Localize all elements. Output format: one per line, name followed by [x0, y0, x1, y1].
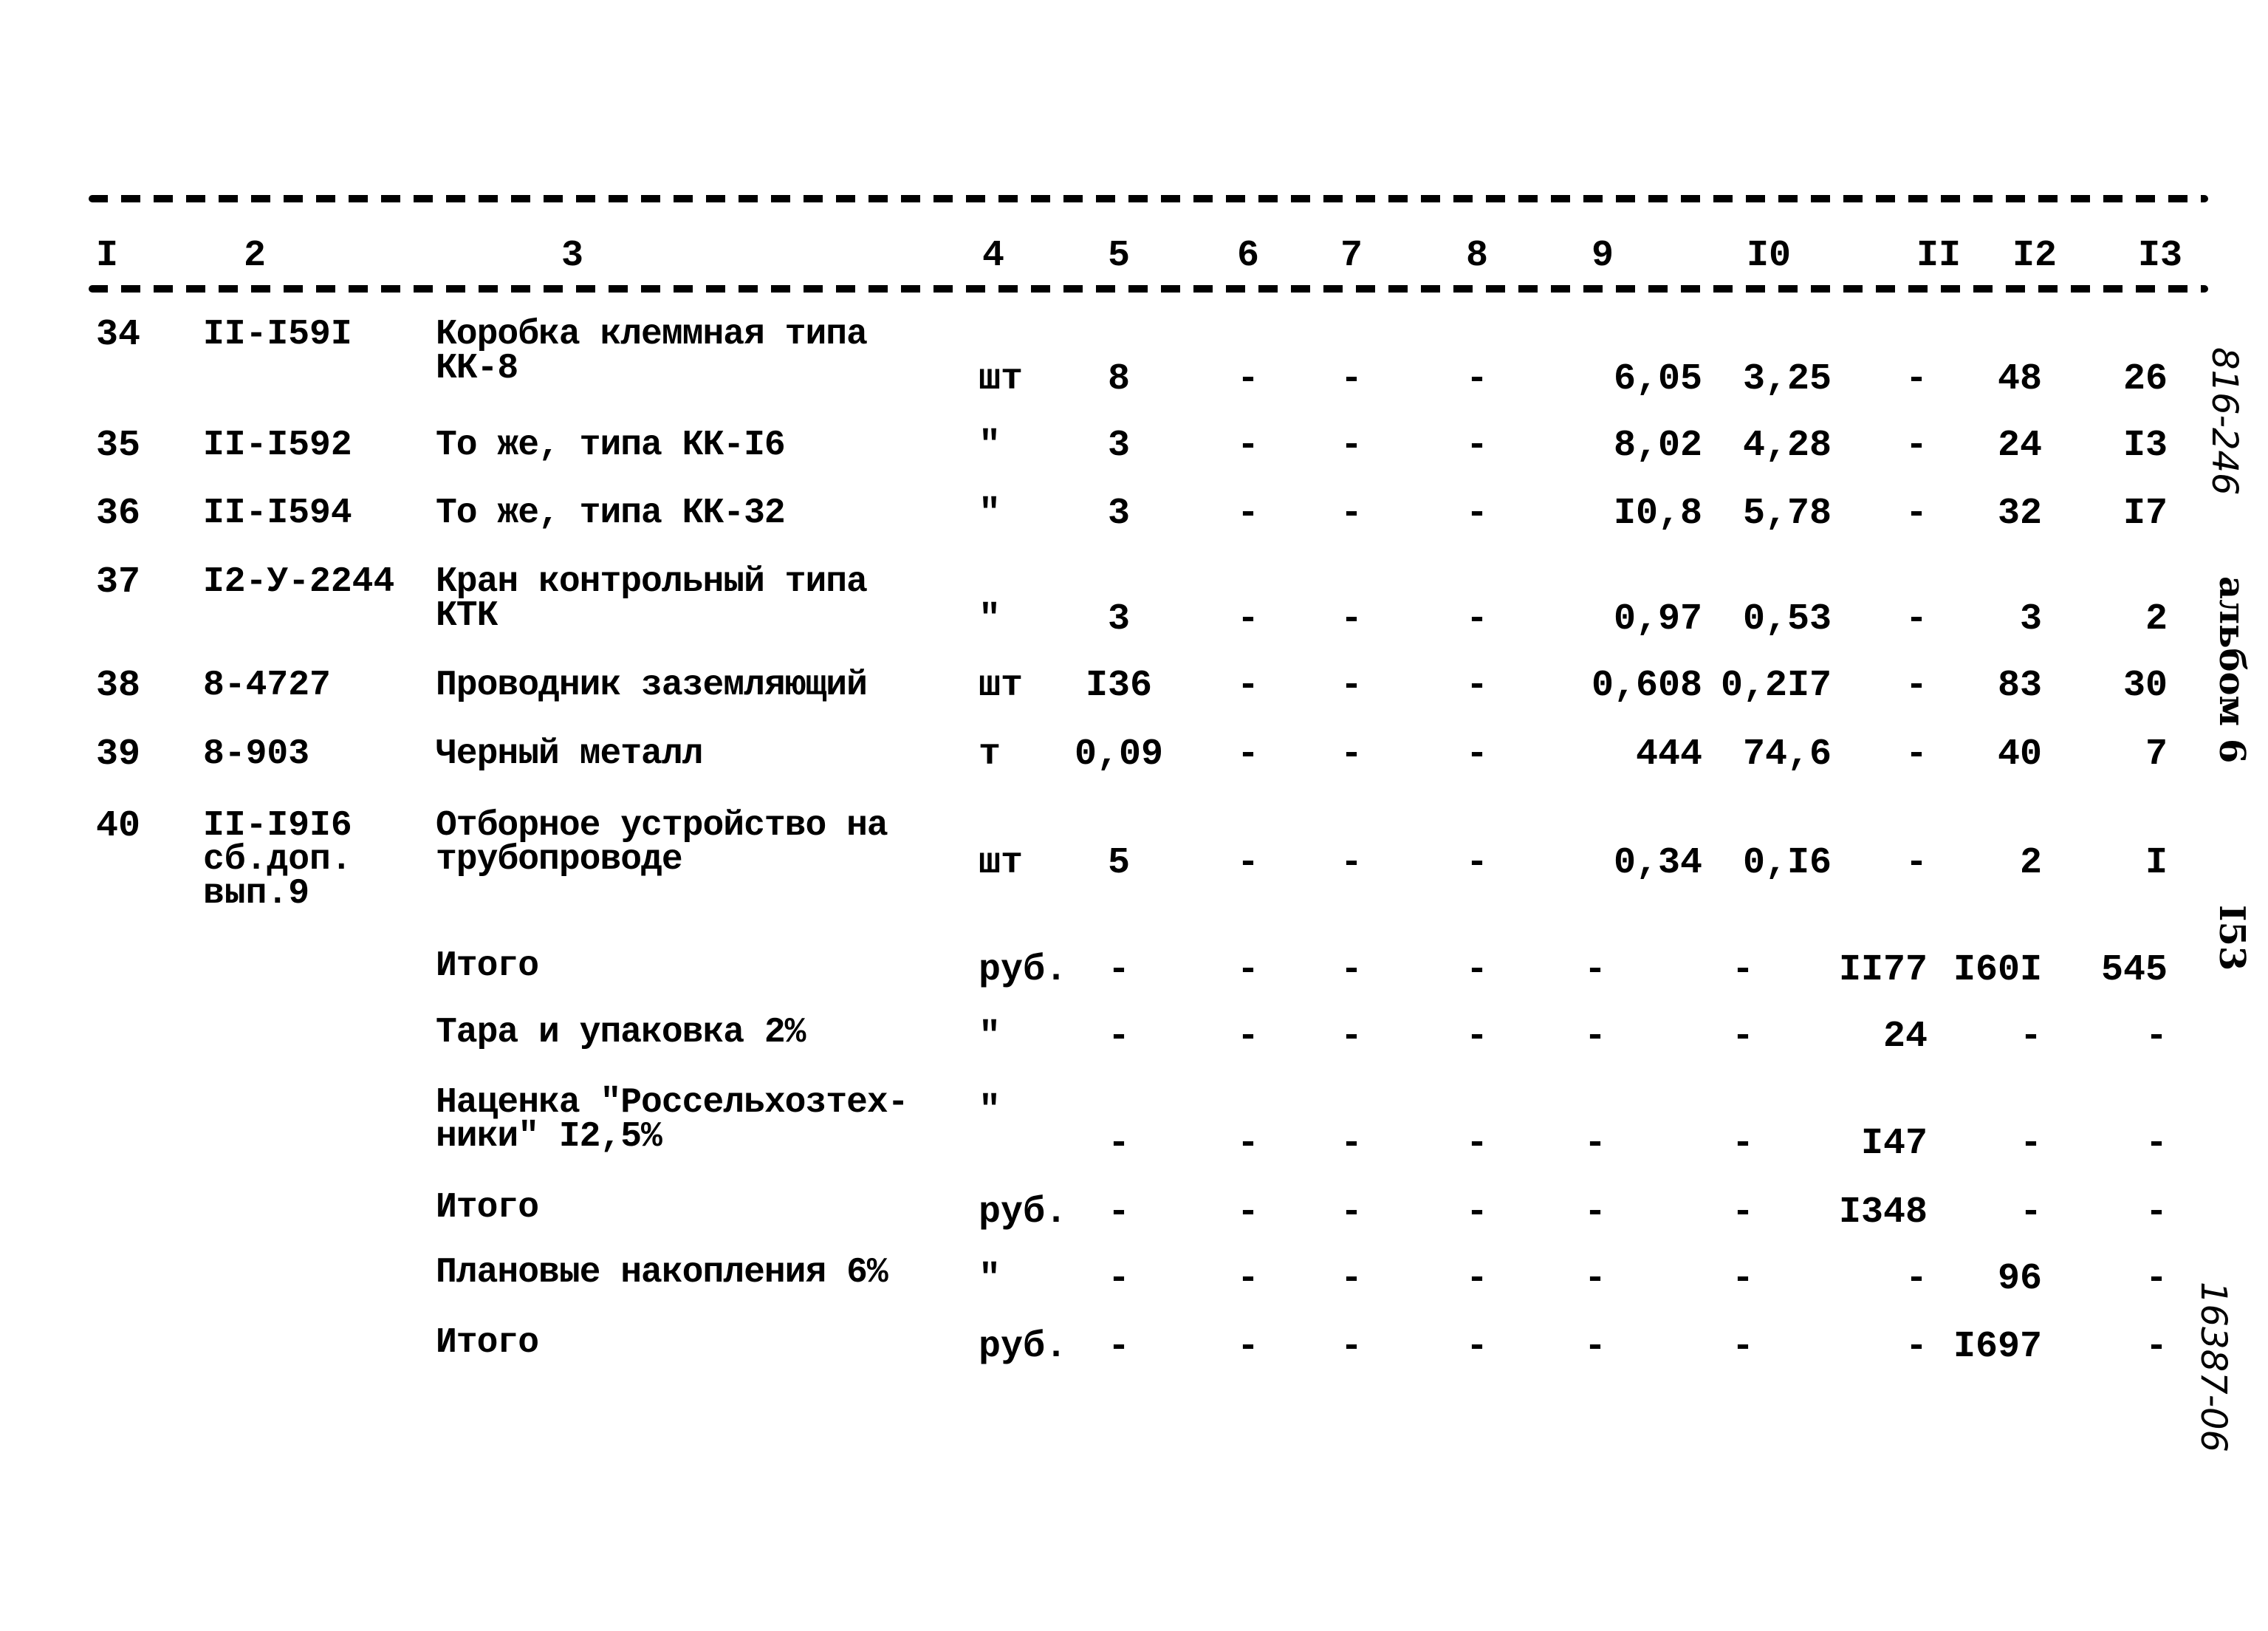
value-c13: 2 [2145, 598, 2168, 640]
price-code: I2-У-2244 [203, 562, 395, 602]
summary-label: Итого [436, 1323, 539, 1363]
album-label: альбом 6 [2211, 576, 2252, 764]
value-c13: 7 [2145, 734, 2168, 776]
summary-label: Итого [436, 1188, 539, 1228]
column-header-7: 7 [1340, 235, 1363, 277]
value-c13: - [2145, 1258, 2168, 1300]
unit: " [979, 1090, 1001, 1132]
row-number: 36 [96, 493, 141, 535]
price-code: II-I592 [203, 425, 352, 465]
row-number: 34 [96, 314, 141, 356]
column-header-9: 9 [1592, 235, 1614, 277]
row-number: 40 [96, 805, 141, 847]
handwritten-note-top: 816-246 [2204, 347, 2245, 496]
value-c13: 26 [2123, 358, 2168, 400]
column-header-2: 2 [244, 235, 267, 277]
item-description: Отборное устройство на трубопроводе [436, 806, 888, 880]
summary-label: Плановые накопления 6% [436, 1253, 888, 1293]
item-description: Кран контрольный типа КТК [436, 562, 868, 636]
header-bottom-rule [89, 285, 2208, 293]
column-header-10: I0 [1747, 235, 1792, 277]
summary-label: Наценка "Россельхозтех- ники" I2,5% [436, 1083, 909, 1157]
item-description: Черный металл [436, 734, 703, 774]
row-number: 38 [96, 665, 141, 707]
column-header-8: 8 [1466, 235, 1489, 277]
column-header-12: I2 [2012, 235, 2058, 277]
item-description: То же, типа КК-I6 [436, 425, 786, 465]
column-header-4: 4 [982, 235, 1005, 277]
price-code: II-I59I [203, 315, 352, 355]
value-c13: - [2145, 1326, 2168, 1368]
value-c13: 30 [2123, 665, 2168, 707]
item-description: Проводник заземляющий [436, 666, 868, 705]
handwritten-note-bottom: 16387-06 [2193, 1282, 2234, 1453]
column-header-13: I3 [2138, 235, 2183, 277]
value-c13: I [2145, 842, 2168, 884]
column-header-1: I [96, 235, 119, 277]
price-code: 8-903 [203, 734, 310, 774]
value-c13: - [2145, 1191, 2168, 1234]
item-description: Коробка клеммная типа КК-8 [436, 315, 868, 389]
header-top-rule [89, 195, 2208, 202]
price-code: II-I9I6 сб.доп. вып.9 [203, 806, 352, 914]
page-number: I53 [2211, 905, 2252, 971]
value-c13: I3 [2123, 425, 2168, 467]
price-code: 8-4727 [203, 666, 331, 705]
summary-label: Тара и упаковка 2% [436, 1013, 806, 1053]
row-number: 39 [96, 734, 141, 776]
summary-label: Итого [436, 946, 539, 986]
column-header-3: 3 [561, 235, 584, 277]
value-c13: - [2145, 1016, 2168, 1058]
value-c13: I7 [2123, 493, 2168, 535]
column-header-11: II [1916, 235, 1962, 277]
row-number: 35 [96, 425, 141, 467]
column-header-5: 5 [1108, 235, 1131, 277]
value-c13: - [2145, 1123, 2168, 1165]
column-header-6: 6 [1237, 235, 1260, 277]
item-description: То же, типа КК-32 [436, 493, 786, 533]
price-code: II-I594 [203, 493, 352, 533]
value-c13: 545 [2100, 949, 2168, 991]
row-number: 37 [96, 561, 141, 603]
